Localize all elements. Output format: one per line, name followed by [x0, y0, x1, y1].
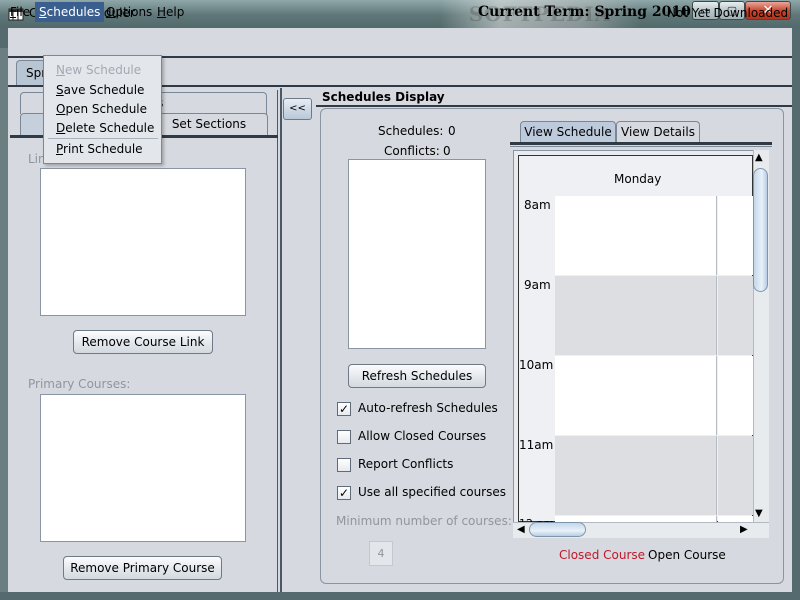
vertical-scroll-thumb[interactable] [753, 168, 768, 292]
min-courses-field[interactable]: 4 [369, 541, 393, 566]
horizontal-scroll-thumb[interactable] [529, 522, 586, 537]
time-label-10am: 10am [519, 358, 554, 372]
menu-help[interactable]: Help [153, 2, 188, 22]
time-slot-8am-next-day[interactable] [718, 196, 753, 275]
tab-view-schedule[interactable]: View Schedule [520, 121, 616, 143]
schedules-display-title: Schedules Display [322, 90, 445, 104]
min-courses-label: Minimum number of courses: [336, 514, 512, 528]
scroll-left-arrow-icon[interactable]: ◀ [517, 524, 525, 535]
time-slot-8am[interactable] [555, 196, 717, 275]
checkbox-label: Use all specified courses [358, 485, 506, 499]
legend-closed-course: Closed Course [559, 548, 646, 562]
schedules-list[interactable] [348, 159, 486, 349]
remove-course-link-button[interactable]: Remove Course Link [73, 330, 213, 354]
menu-item-print-schedule[interactable]: Print Schedule [56, 140, 143, 158]
scroll-down-arrow-icon[interactable]: ▼ [755, 508, 763, 519]
time-slot-9am-next-day[interactable] [718, 276, 753, 355]
conflicts-count-label: Conflicts: [384, 144, 440, 158]
schedules-count: 0 [448, 124, 456, 138]
view-tab-divider [510, 142, 772, 145]
view-tab-divider-inner [510, 146, 772, 147]
tab-view-details[interactable]: View Details [616, 121, 700, 143]
time-label-8am: 8am [524, 198, 551, 212]
checkbox-box[interactable]: ✓ [337, 402, 351, 416]
menu-item-delete-schedule[interactable]: Delete Schedule [56, 119, 154, 137]
menu-item-open-schedule[interactable]: Open Schedule [56, 100, 147, 118]
time-slot-10am-next-day[interactable] [718, 356, 753, 435]
checkbox-label: Allow Closed Courses [358, 429, 487, 443]
checkbox-box[interactable]: ✓ [337, 486, 351, 500]
checkbox-box[interactable] [337, 458, 351, 472]
conflicts-count: 0 [443, 144, 451, 158]
time-slot-10am[interactable] [555, 356, 717, 435]
time-slot-9am[interactable] [555, 276, 717, 355]
scroll-up-arrow-icon[interactable]: ▲ [755, 152, 763, 163]
remove-primary-course-button[interactable]: Remove Primary Course [63, 556, 222, 580]
primary-courses-list[interactable] [40, 394, 246, 542]
schedules-count-label: Schedules: [378, 124, 444, 138]
tab-set-sections[interactable]: Set Sections [150, 113, 268, 135]
legend-open-course: Open Course [648, 548, 726, 562]
current-term: Current Term: Spring 2010 [478, 4, 691, 20]
menu-file[interactable]: File [6, 2, 34, 22]
menu-separator [48, 138, 158, 139]
checkbox-box[interactable] [337, 430, 351, 444]
refresh-schedules-button[interactable]: Refresh Schedules [348, 364, 486, 388]
time-slot-11am[interactable] [555, 436, 717, 515]
time-label-11am: 11am [519, 438, 554, 452]
panel-splitter[interactable] [280, 88, 282, 592]
menu-schedules[interactable]: Schedules [35, 2, 105, 22]
checkbox-label: Auto-refresh Schedules [358, 401, 498, 415]
primary-courses-label: Primary Courses: [28, 377, 131, 391]
menu-item-save-schedule[interactable]: Save Schedule [56, 81, 144, 99]
time-label-9am: 9am [524, 278, 551, 292]
download-status: Not Yet Downloaded [667, 6, 789, 20]
checkbox-label: Report Conflicts [358, 457, 454, 471]
menu-options[interactable]: Options [102, 2, 156, 22]
menu-item-new-schedule: New Schedule [56, 63, 142, 77]
scroll-right-arrow-icon[interactable]: ▶ [740, 524, 748, 535]
time-slot-11am-next-day[interactable] [718, 436, 753, 515]
course-links-list[interactable] [40, 168, 246, 316]
schedules-display-divider [316, 105, 792, 107]
window-frame-left [0, 48, 8, 592]
collapse-panel-button[interactable]: << [283, 98, 312, 120]
day-header-monday: Monday [614, 172, 662, 186]
